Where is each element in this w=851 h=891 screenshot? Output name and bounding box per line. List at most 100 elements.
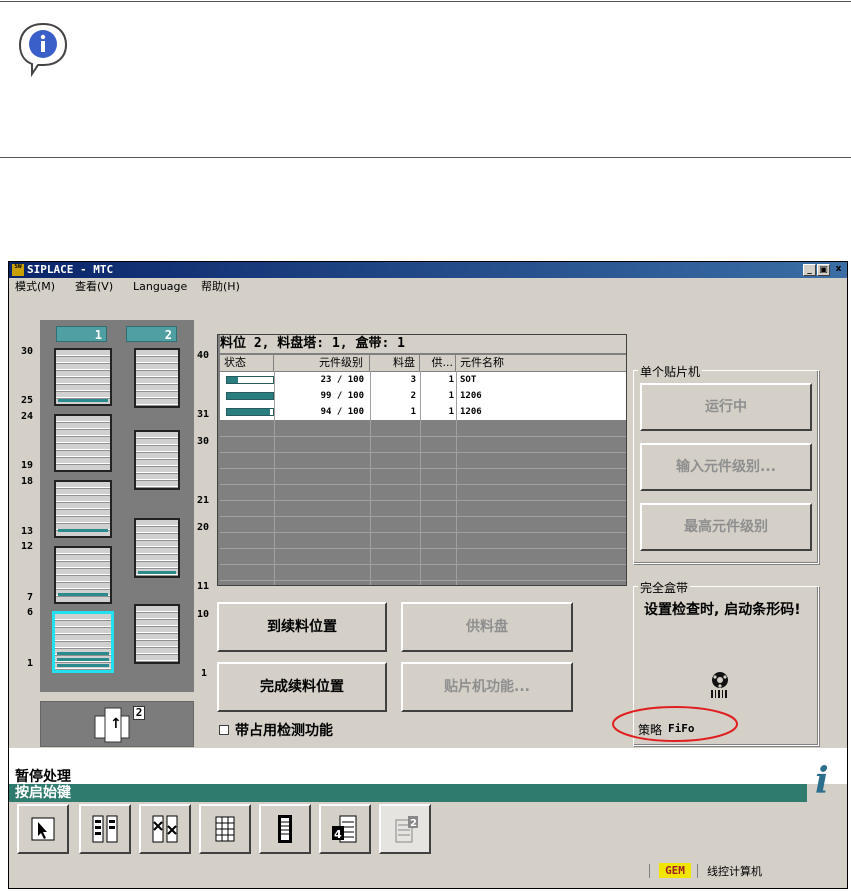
tower-2-header[interactable]: 2 [126, 326, 177, 342]
running-button[interactable]: 运行中 [640, 383, 812, 431]
highlight-circle [612, 706, 738, 742]
cassette[interactable] [54, 546, 112, 604]
tray-number-icon: 4 [332, 815, 357, 843]
occupancy-check-checkbox[interactable] [219, 725, 229, 735]
cell-tray: 1 [410, 407, 416, 417]
cassette[interactable] [134, 430, 180, 490]
info-divider [0, 157, 851, 158]
tray-view-tool[interactable] [199, 804, 251, 854]
grid-divider [456, 371, 457, 585]
cassette[interactable] [54, 348, 112, 406]
cell-tray: 2 [410, 391, 416, 401]
goto-refill-button[interactable]: 到续料位置 [217, 602, 387, 652]
status-line-1: 暂停处理 [15, 769, 71, 785]
info-bubble-icon [18, 22, 68, 78]
menu-language[interactable]: Language [133, 279, 187, 295]
column-header-tray[interactable]: 料盘 [370, 355, 420, 371]
cassette[interactable] [134, 518, 180, 578]
status-divider [697, 864, 698, 878]
level-label: 25 [21, 395, 34, 406]
cell-tray: 3 [410, 375, 416, 385]
level-label: 24 [21, 411, 34, 422]
cell-name: 1206 [460, 391, 482, 401]
level-label: 13 [21, 526, 34, 537]
placement-function-button[interactable]: 贴片机功能... [401, 662, 573, 712]
tray-grid: 料位 2, 料盘塔: 1, 盒带: 1 状态 元件级别 料盘 供... 元件名称… [217, 334, 627, 586]
grid-title: 料位 2, 料盘塔: 1, 盒带: 1 [220, 335, 626, 353]
siplace-window: SW SIPLACE - MTC _ ▣ x 模式(M) 查看(V) Langu… [8, 261, 848, 889]
tray-tower: 1 2 [40, 320, 194, 692]
finish-refill-button[interactable]: 完成续料位置 [217, 662, 387, 712]
level-label: 20 [197, 522, 210, 533]
menu-view[interactable]: 查看(V) [75, 279, 113, 295]
cassette-icon [278, 815, 292, 843]
tower-detail-tool[interactable] [139, 804, 191, 854]
status-bar: GEM 线控计算机 [9, 858, 847, 888]
level-label: 10 [197, 609, 210, 620]
level-bar-fill [227, 377, 238, 383]
feeder-tray-button[interactable]: 供料盘 [401, 602, 573, 652]
up-arrow-icon[interactable]: ↑ [110, 716, 122, 732]
svg-text:2: 2 [410, 818, 417, 829]
tower-view-tool[interactable] [79, 804, 131, 854]
barcode-message: 设置检查时, 启动条形码! [644, 602, 801, 618]
cassette[interactable] [134, 348, 180, 408]
level-label: 18 [21, 476, 34, 487]
cassette-view-tool[interactable] [259, 804, 311, 854]
cursor-icon [31, 817, 55, 841]
table-row[interactable]: 99 / 100 2 1 1206 [220, 388, 626, 404]
tower-1-header[interactable]: 1 [56, 326, 107, 342]
cassette[interactable] [134, 604, 180, 664]
table-row[interactable]: 94 / 100 1 1 1206 [220, 404, 626, 420]
input-level-button[interactable]: 输入元件级别... [640, 443, 812, 491]
single-machine-group: 单个贴片机 运行中 输入元件级别... 最高元件级别 [633, 363, 819, 564]
info-icon[interactable]: i [807, 758, 845, 802]
level-label: 7 [27, 592, 34, 603]
level-bar-fill [227, 393, 273, 399]
minimize-button[interactable]: _ [803, 264, 816, 276]
level-label: 30 [197, 436, 210, 447]
cassette[interactable] [54, 414, 112, 472]
step-number: 2 [133, 706, 145, 720]
selected-cassette[interactable] [52, 611, 114, 673]
select-mode-tool[interactable] [17, 804, 69, 854]
level-label: 21 [197, 495, 210, 506]
window-title: SIPLACE - MTC [27, 263, 114, 276]
gem-badge: GEM [659, 863, 691, 878]
menu-mode[interactable]: 模式(M) [15, 279, 55, 295]
column-header-level[interactable]: 元件级别 [274, 355, 370, 371]
level-label: 40 [197, 350, 210, 361]
empty-grid-rows [220, 421, 626, 585]
menu-help[interactable]: 帮助(H) [201, 279, 240, 295]
title-bar: SW SIPLACE - MTC _ ▣ x [9, 262, 847, 278]
tray-number-2-tool[interactable]: 2 [379, 804, 431, 854]
top-divider [0, 1, 851, 2]
table-row[interactable]: 23 / 100 3 1 SOT [220, 372, 626, 388]
tower-cross-icon [152, 815, 178, 843]
tray-number-tool[interactable]: 4 [319, 804, 371, 854]
cell-level: 23 / 100 [320, 375, 364, 385]
tray-grid-icon [215, 816, 235, 842]
cell-name: 1206 [460, 407, 482, 417]
status-area: 暂停处理 [9, 748, 847, 785]
tower-position-indicator: ↑ 2 [40, 701, 194, 747]
occupancy-check-label: 带占用检测功能 [235, 723, 333, 739]
toolbar: 4 2 [9, 802, 847, 858]
svg-text:4: 4 [334, 828, 342, 841]
close-button[interactable]: x [832, 264, 845, 276]
tower-grid-icon [92, 815, 118, 843]
status-line-2: 按启始键 [9, 784, 807, 802]
level-label: 1 [27, 658, 34, 669]
level-label: 12 [21, 541, 34, 552]
column-header-name[interactable]: 元件名称 [460, 355, 620, 371]
column-header-feeder[interactable]: 供... [420, 355, 456, 371]
main-panel: 30 25 24 19 18 13 12 7 6 1 40 31 30 21 2… [9, 296, 847, 748]
line-computer-label: 线控计算机 [707, 865, 762, 878]
barcode-reel-icon [711, 672, 728, 698]
restore-button[interactable]: ▣ [817, 264, 830, 276]
column-header-status[interactable]: 状态 [224, 355, 274, 371]
max-level-button[interactable]: 最高元件级别 [640, 503, 812, 551]
cassette[interactable] [54, 480, 112, 538]
cell-name: SOT [460, 375, 477, 385]
level-bar-fill [227, 409, 271, 415]
